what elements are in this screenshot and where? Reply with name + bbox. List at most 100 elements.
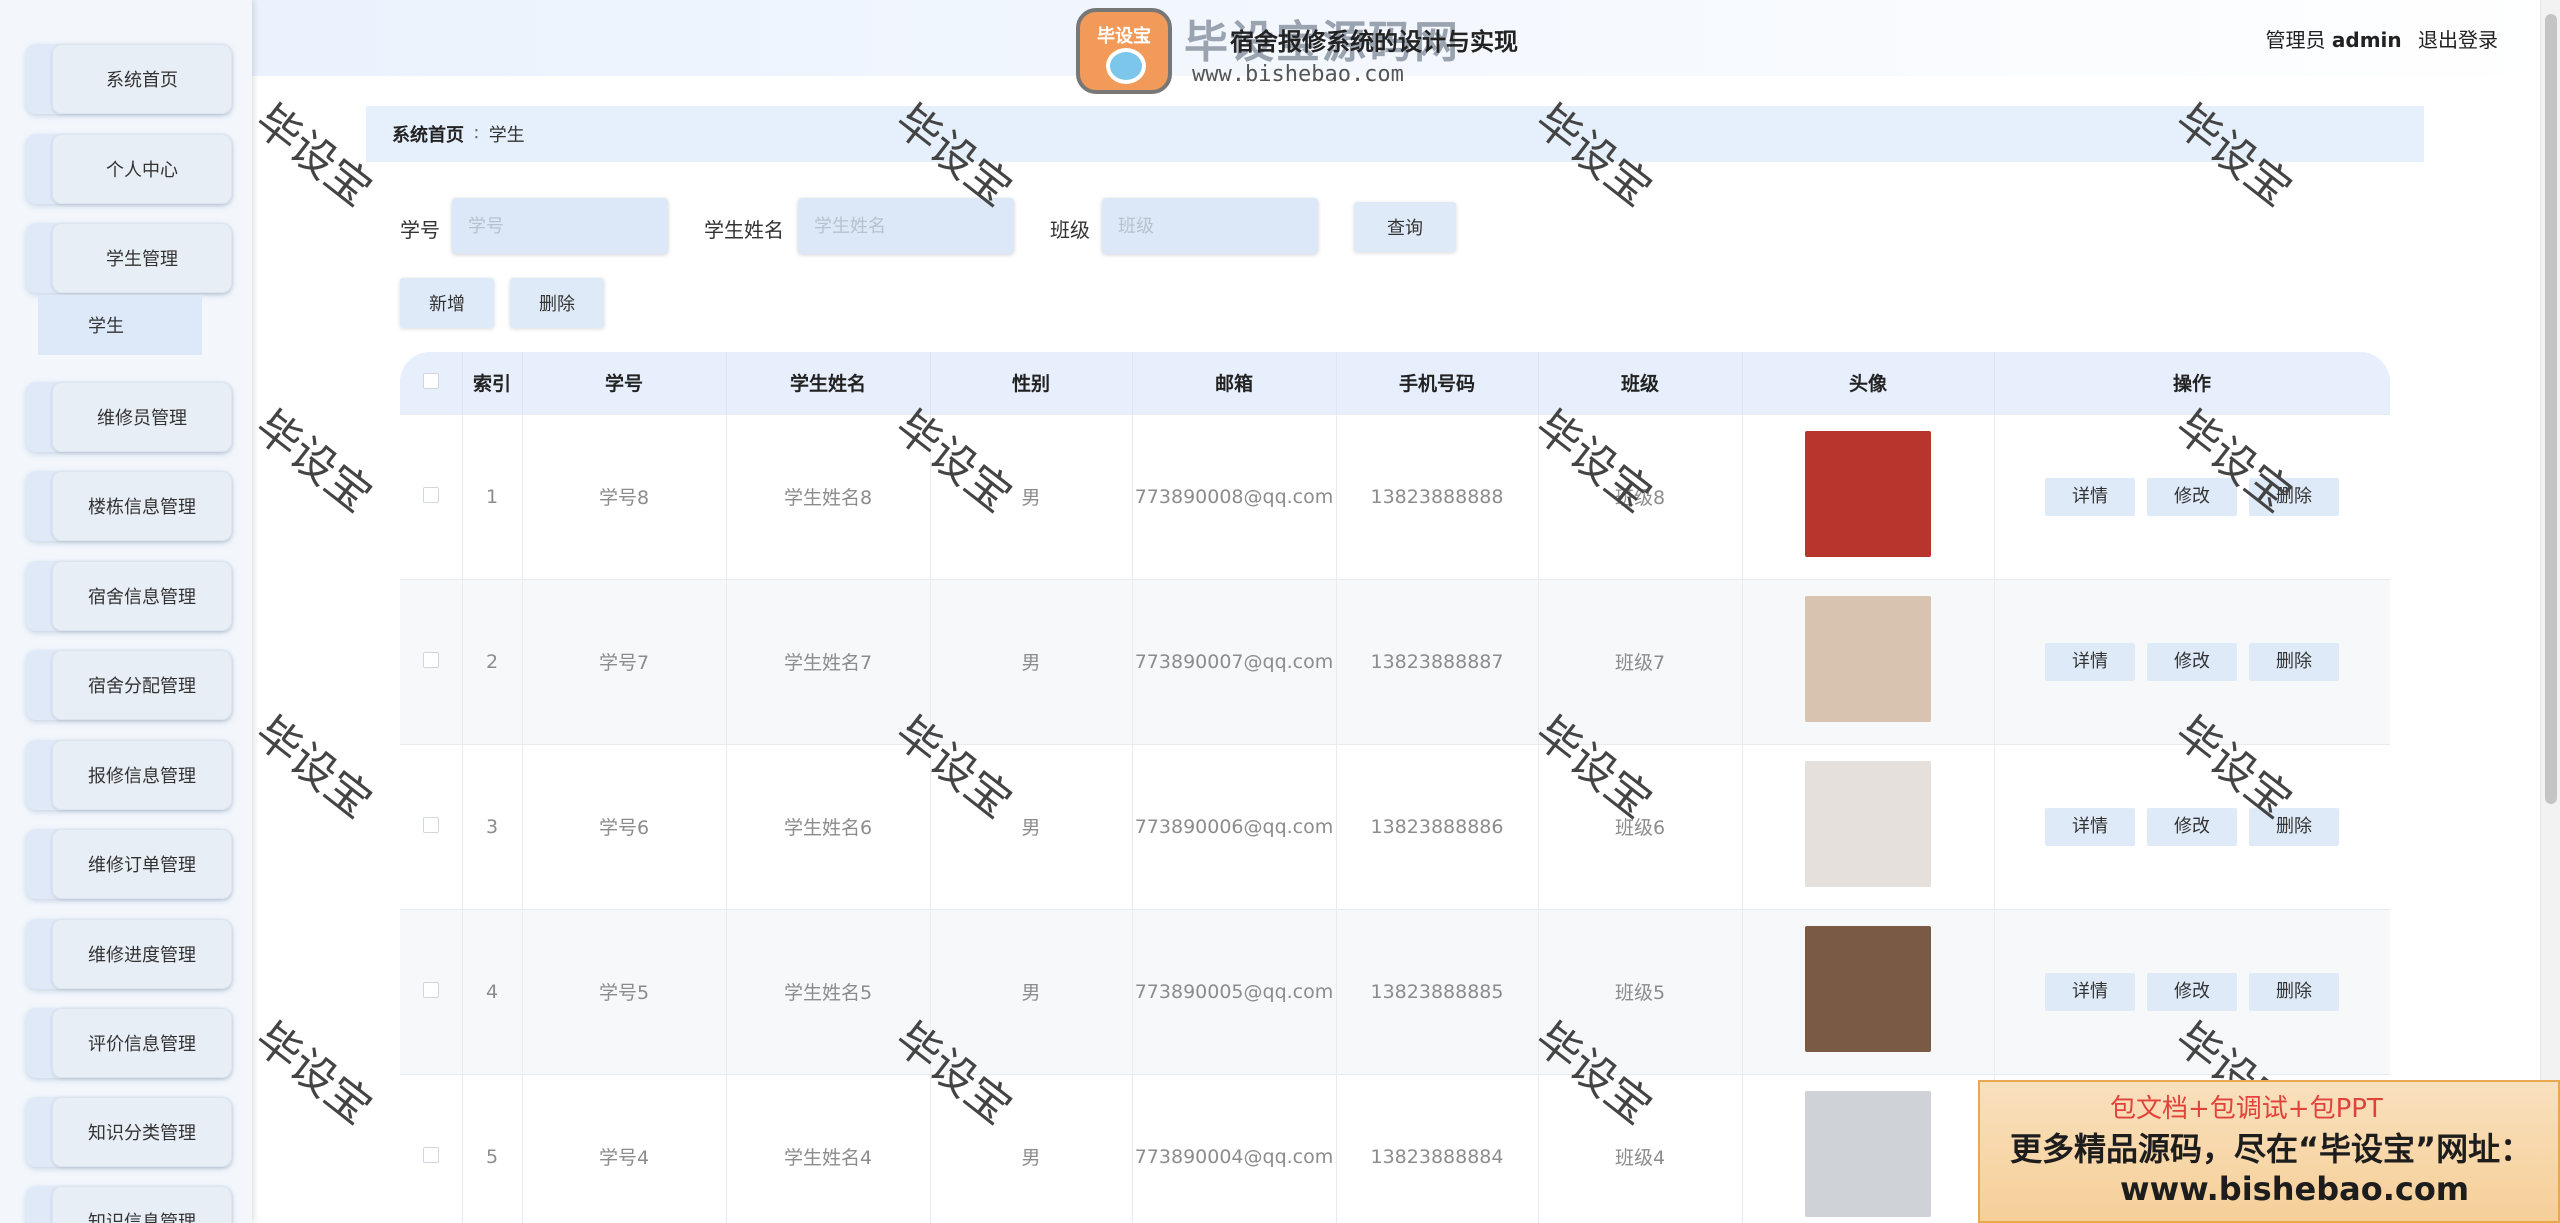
cell-student-name: 学生姓名7 <box>726 578 931 744</box>
sidebar-item-label: 知识分类管理 <box>88 1123 196 1144</box>
column-header: 索引 <box>462 352 523 414</box>
sidebar-item-label: 楼栋信息管理 <box>88 497 196 518</box>
add-button[interactable]: 新增 <box>400 278 494 328</box>
cell-email: 773890004@qq.com <box>1132 1073 1337 1223</box>
edit-button[interactable]: 修改 <box>2147 477 2237 516</box>
cell-class: 班级7 <box>1538 578 1743 744</box>
column-header: 学号 <box>522 352 727 414</box>
avatar <box>1805 431 1931 557</box>
sidebar: 系统首页 个人中心 学生管理 学生 维修员管理 楼栋信息管理 宿舍信息管理 宿舍… <box>0 0 252 1223</box>
edit-button[interactable]: 修改 <box>2147 807 2237 846</box>
cell-phone: 13823888887 <box>1336 578 1539 744</box>
sidebar-item-label: 报修信息管理 <box>88 766 196 787</box>
username: admin <box>2331 28 2402 52</box>
watermark-text: 毕设宝 <box>245 400 381 523</box>
ad-banner[interactable]: 包文档+包调试+包PPT 更多精品源码，尽在“毕设宝”网址： www.bishe… <box>1978 1080 2560 1223</box>
detail-button[interactable]: 详情 <box>2045 972 2135 1011</box>
user-info: 管理员 admin 退出登录 <box>2266 24 2498 53</box>
edit-button[interactable]: 修改 <box>2147 642 2237 681</box>
delete-button[interactable]: 删除 <box>2249 807 2339 846</box>
cell-student-name: 学生姓名5 <box>726 908 931 1074</box>
cell-email: 773890006@qq.com <box>1132 743 1337 909</box>
row-checkbox[interactable] <box>422 1146 439 1163</box>
column-header: 头像 <box>1742 352 1995 414</box>
ad-line-3: www.bishebao.com <box>2120 1170 2470 1208</box>
bulk-delete-button[interactable]: 删除 <box>510 278 604 328</box>
sidebar-item-reviews[interactable]: 评价信息管理 <box>26 1008 232 1078</box>
sidebar-item-label: 维修订单管理 <box>88 855 196 876</box>
student-no-label: 学号 <box>400 218 440 242</box>
scrollbar-thumb[interactable] <box>2545 14 2557 804</box>
sidebar-item-knowledge-categories[interactable]: 知识分类管理 <box>26 1097 232 1167</box>
row-select-cell[interactable] <box>400 743 463 909</box>
logout-link[interactable]: 退出登录 <box>2418 28 2498 52</box>
row-checkbox[interactable] <box>422 486 439 503</box>
cell-phone: 13823888888 <box>1336 413 1539 579</box>
sidebar-item-buildings[interactable]: 楼栋信息管理 <box>26 471 232 541</box>
watermark-text: 毕设宝 <box>245 706 381 829</box>
class-input[interactable] <box>1102 198 1318 254</box>
avatar <box>1805 761 1931 887</box>
table-row: 3 学号6 学生姓名6 男 773890006@qq.com 13823888886 班级6… <box>400 743 2390 909</box>
breadcrumb-home[interactable]: 系统首页 <box>392 121 464 147</box>
avatar <box>1805 1091 1931 1218</box>
cell-phone: 13823888886 <box>1336 743 1539 909</box>
logo-face-icon <box>1106 48 1146 84</box>
cell-class: 班级8 <box>1538 413 1743 579</box>
sidebar-item-dorms[interactable]: 宿舍信息管理 <box>26 561 232 631</box>
cell-student-name: 学生姓名6 <box>726 743 931 909</box>
sidebar-item-students[interactable]: 学生管理 <box>26 223 232 293</box>
delete-button[interactable]: 删除 <box>2249 477 2339 516</box>
class-label: 班级 <box>1050 218 1090 242</box>
detail-button[interactable]: 详情 <box>2045 807 2135 846</box>
sidebar-item-repairmen[interactable]: 维修员管理 <box>26 382 232 452</box>
cell-class: 班级4 <box>1538 1073 1743 1223</box>
cell-email: 773890005@qq.com <box>1132 908 1337 1074</box>
sidebar-item-repair-progress[interactable]: 维修进度管理 <box>26 919 232 989</box>
sidebar-item-profile[interactable]: 个人中心 <box>26 134 232 204</box>
cell-student-name: 学生姓名4 <box>726 1073 931 1223</box>
cell-class: 班级5 <box>1538 908 1743 1074</box>
cell-actions: 详情修改删除 <box>1994 908 2390 1074</box>
sidebar-item-label: 宿舍信息管理 <box>88 587 196 608</box>
sidebar-item-label: 学生管理 <box>106 249 178 270</box>
row-checkbox[interactable] <box>422 816 439 833</box>
sidebar-item-dorm-allocation[interactable]: 宿舍分配管理 <box>26 650 232 720</box>
cell-avatar <box>1742 743 1995 909</box>
column-header: 手机号码 <box>1336 352 1539 414</box>
logo-url: www.bishebao.com <box>1192 62 1404 87</box>
cell-avatar <box>1742 908 1995 1074</box>
cell-avatar <box>1742 1073 1995 1223</box>
query-button[interactable]: 查询 <box>1354 202 1456 252</box>
sidebar-item-repair-orders[interactable]: 维修订单管理 <box>26 829 232 899</box>
cell-email: 773890008@qq.com <box>1132 413 1337 579</box>
sidebar-item-label: 维修进度管理 <box>88 945 196 966</box>
student-no-input[interactable] <box>452 198 668 254</box>
delete-button[interactable]: 删除 <box>2249 972 2339 1011</box>
row-select-cell[interactable] <box>400 1073 463 1223</box>
detail-button[interactable]: 详情 <box>2045 477 2135 516</box>
student-name-input[interactable] <box>798 198 1014 254</box>
delete-button[interactable]: 删除 <box>2249 642 2339 681</box>
sidebar-subitem-student[interactable]: 学生 <box>38 295 202 355</box>
breadcrumb-current: 学生 <box>488 125 525 146</box>
row-checkbox[interactable] <box>422 981 439 998</box>
cell-index: 1 <box>462 413 523 579</box>
select-all-checkbox[interactable] <box>422 372 439 389</box>
cell-phone: 13823888884 <box>1336 1073 1539 1223</box>
header-select-all[interactable] <box>400 352 463 414</box>
ad-line-2: 更多精品源码，尽在“毕设宝”网址： <box>2010 1130 2533 1168</box>
vertical-scrollbar[interactable] <box>2540 0 2560 1223</box>
cell-student-no: 学号4 <box>522 1073 727 1223</box>
row-select-cell[interactable] <box>400 908 463 1074</box>
sidebar-item-repair-requests[interactable]: 报修信息管理 <box>26 740 232 810</box>
sidebar-item-home[interactable]: 系统首页 <box>26 44 232 114</box>
sidebar-item-knowledge[interactable]: 知识信息管理 <box>26 1186 232 1223</box>
row-select-cell[interactable] <box>400 578 463 744</box>
edit-button[interactable]: 修改 <box>2147 972 2237 1011</box>
row-checkbox[interactable] <box>422 651 439 668</box>
logo-badge-text: 毕设宝 <box>1097 26 1151 47</box>
table-row: 4 学号5 学生姓名5 男 773890005@qq.com 13823888885 班级5… <box>400 908 2390 1074</box>
detail-button[interactable]: 详情 <box>2045 642 2135 681</box>
row-select-cell[interactable] <box>400 413 463 579</box>
